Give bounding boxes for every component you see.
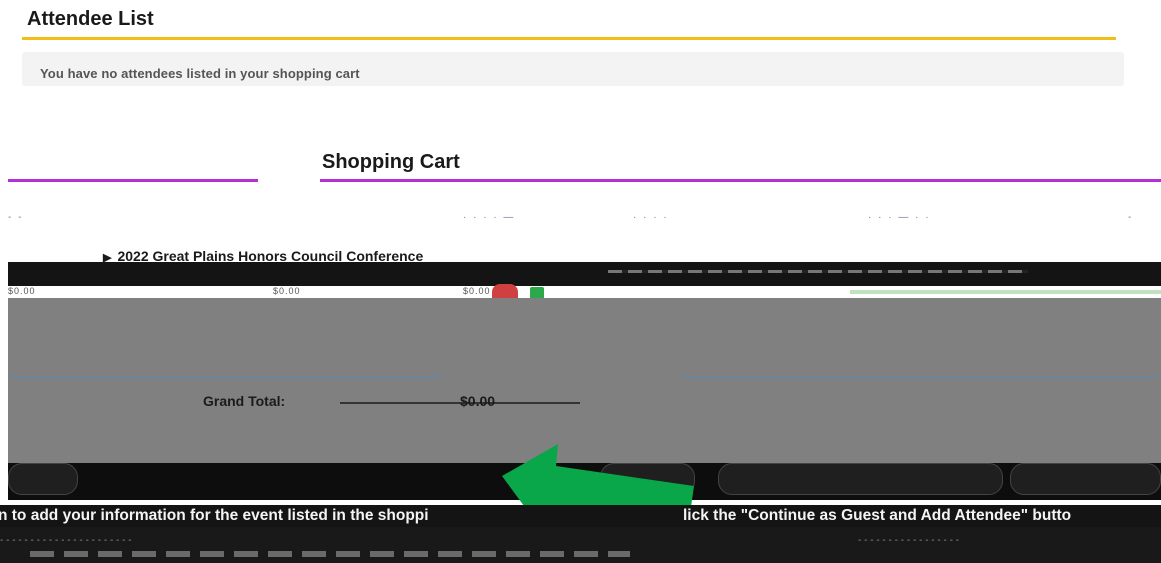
event-price-3: $0.00 [463,286,491,296]
page-footer: - - - - - - - - - - - - - - - - - - - - … [0,527,1161,563]
column-header-mark: - [1128,212,1134,223]
summary-separator-right [684,376,1161,377]
remove-icon[interactable] [492,284,518,298]
event-detail-band [8,262,1161,286]
column-header-mark: · · · — · · [868,212,931,223]
continue-shopping-button[interactable] [8,463,78,495]
no-attendees-message: You have no attendees listed in your sho… [40,66,360,81]
instruction-text: n to add your information for the event … [0,505,1161,527]
column-header-mark: · · · · — [463,212,516,223]
footer-text-left: - - - - - - - - - - - - - - - - - - - - … [0,535,132,546]
attendee-list-divider [22,37,1116,40]
shopping-cart-title: Shopping Cart [322,151,460,173]
grand-total-label: Grand Total: [203,393,286,409]
instruction-text-right: lick the "Continue as Guest and Add Atte… [683,507,1072,524]
footer-line [30,551,630,557]
cart-summary-area [8,298,1161,463]
grand-total-value: $0.00 [460,393,496,409]
column-header-mark: - - [8,212,24,223]
column-header-mark: · · · · [633,212,669,223]
event-detail-line [608,270,1028,273]
event-price-1: $0.00 [8,286,36,296]
shopping-cart-divider-left [8,179,258,182]
status-bar [850,290,1161,294]
footer-text-right: - - - - - - - - - - - - - - - - - [858,535,960,546]
summary-separator-left [8,376,443,377]
login-button[interactable] [1010,463,1161,495]
cart-column-headers: - - · · · · — · · · · · · · — · · - [8,212,1161,226]
shopping-cart-divider-right [320,179,1161,182]
instruction-text-left: n to add your information for the event … [0,507,429,524]
event-price-2: $0.00 [273,286,301,296]
attendee-list-title: Attendee List [27,8,154,30]
continue-as-guest-button[interactable] [718,463,1003,495]
